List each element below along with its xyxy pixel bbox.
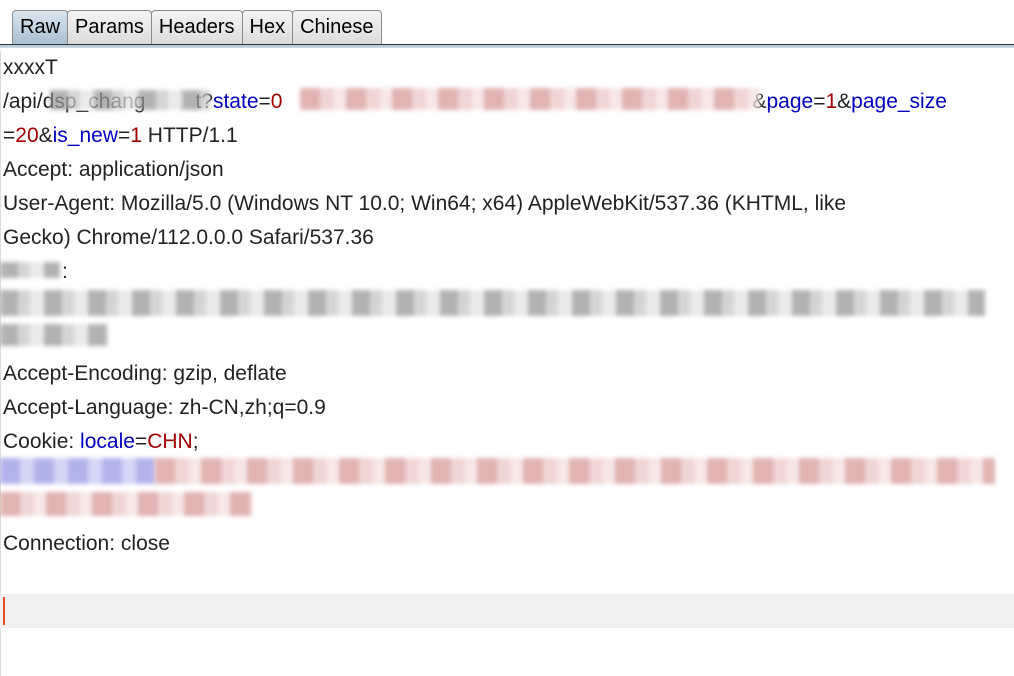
equals: = [118, 124, 131, 147]
param-key-page: page [766, 90, 814, 113]
amp: & [837, 90, 852, 113]
param-key-page-size: page_size [851, 90, 947, 113]
tab-headers[interactable]: Headers [150, 10, 243, 44]
equals: = [813, 90, 826, 113]
equals: = [3, 124, 16, 147]
request-line-cont: =20&is_new=1 HTTP/1.1 [3, 119, 238, 153]
tab-params[interactable]: Params [67, 10, 152, 44]
current-line-highlight [0, 594, 1014, 628]
tab-hex[interactable]: Hex [241, 10, 294, 44]
header-user-agent: User-Agent: Mozilla/5.0 (Windows NT 10.0… [3, 192, 847, 215]
redaction-header-name [0, 262, 60, 278]
param-value-page-size: 20 [15, 124, 39, 147]
redaction-header-value [0, 290, 985, 316]
redaction-path [50, 90, 210, 110]
tab-divider-shadow [0, 47, 1014, 48]
header-cookie: Cookie: locale=CHN; [3, 425, 199, 459]
request-method-line: xxxxT [3, 56, 58, 79]
redacted-header-colon: : [62, 260, 68, 283]
header-connection: Connection: close [3, 532, 170, 555]
param-value-page: 1 [825, 90, 838, 113]
tab-bar: Raw Params Headers Hex Chinese [12, 10, 382, 45]
param-value-state: 0 [270, 90, 283, 113]
http-version: HTTP/1.1 [141, 124, 238, 147]
semicolon: ; [192, 430, 199, 453]
equals: = [258, 90, 271, 113]
redaction-cookie-value-cont [0, 492, 252, 516]
header-accept-encoding: Accept-Encoding: gzip, deflate [3, 362, 287, 385]
amp: & [38, 124, 53, 147]
redaction-header-value-cont [0, 324, 108, 346]
redaction-cookie-key [0, 458, 155, 484]
header-accept-language: Accept-Language: zh-CN,zh;q=0.9 [3, 396, 326, 419]
param-key-state: state [212, 90, 259, 113]
tab-chinese[interactable]: Chinese [292, 10, 382, 44]
header-user-agent-cont: Gecko) Chrome/112.0.0.0 Safari/537.36 [3, 226, 374, 249]
param-value-is-new: 1 [130, 124, 142, 147]
cookie-label: Cookie: [3, 430, 81, 453]
cookie-key-locale: locale [80, 430, 135, 453]
redaction-cookie-value [155, 458, 995, 484]
equals: = [134, 430, 148, 453]
tab-raw[interactable]: Raw [12, 10, 69, 44]
header-accept: Accept: application/json [3, 158, 224, 181]
text-caret [3, 597, 5, 625]
param-key-is-new: is_new [52, 124, 119, 147]
redaction-state [300, 88, 760, 110]
cookie-value-locale: CHN [147, 430, 193, 453]
